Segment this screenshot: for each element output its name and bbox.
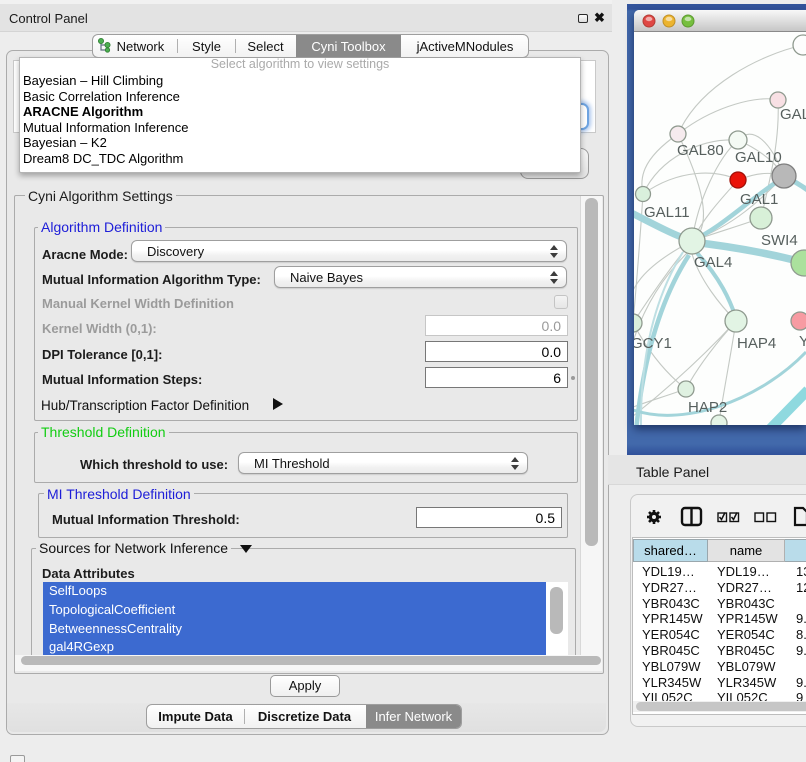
svg-text:GCY1: GCY1 <box>634 335 672 352</box>
svg-text:GAL80: GAL80 <box>677 142 724 159</box>
svg-text:HAP4: HAP4 <box>737 335 776 352</box>
svg-text:GAL11: GAL11 <box>644 204 690 221</box>
svg-text:GAL7: GAL7 <box>780 106 806 123</box>
svg-text:SWI4: SWI4 <box>761 232 798 249</box>
svg-text:Y: Y <box>799 333 806 350</box>
svg-text:GAL10: GAL10 <box>735 149 782 166</box>
svg-text:GAL1: GAL1 <box>740 191 778 208</box>
svg-text:HAP2: HAP2 <box>688 399 727 416</box>
svg-text:GAL4: GAL4 <box>694 254 732 271</box>
